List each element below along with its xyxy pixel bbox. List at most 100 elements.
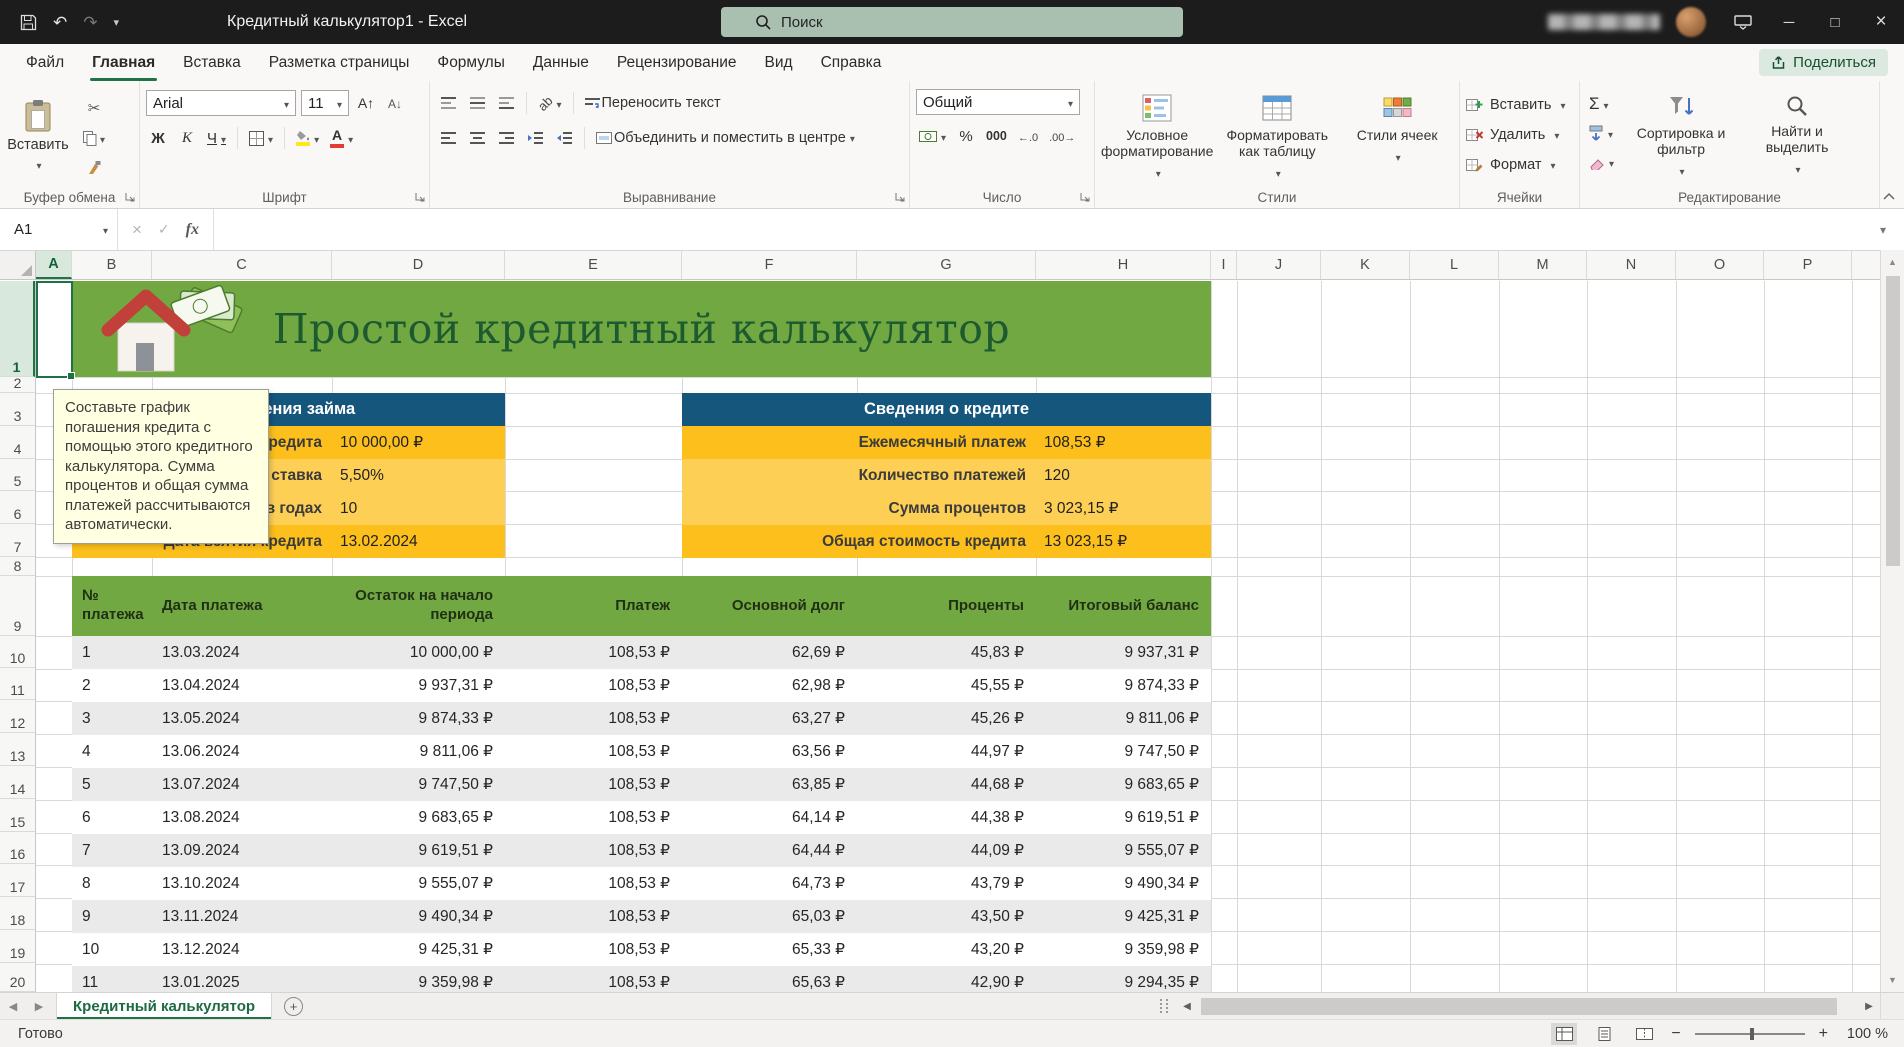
row-header[interactable]: 8 [0, 557, 35, 576]
format-painter-button[interactable] [78, 155, 110, 181]
row-header[interactable]: 12 [0, 700, 35, 733]
horizontal-scroll-track[interactable] [1198, 993, 1858, 1019]
increase-decimal-button[interactable] [1015, 123, 1041, 149]
conditional-formatting-button[interactable]: Условное форматирование [1101, 89, 1213, 186]
row-header[interactable]: 19 [0, 930, 35, 963]
row-header[interactable]: 5 [0, 459, 35, 491]
column-header-a[interactable]: A [36, 251, 72, 279]
accounting-format-button[interactable] [916, 123, 949, 149]
row-header[interactable]: 20 [0, 963, 35, 992]
insert-function-button[interactable]: fx [186, 221, 199, 239]
font-size-select[interactable]: 11 [301, 90, 349, 116]
dialog-launcher-icon[interactable] [1080, 192, 1090, 202]
column-header[interactable]: M [1499, 251, 1587, 279]
row-header[interactable]: 9 [0, 576, 35, 636]
decrease-indent-button[interactable] [523, 125, 547, 151]
avatar[interactable] [1676, 7, 1706, 37]
zoom-slider[interactable] [1695, 1033, 1805, 1035]
underline-button[interactable]: Ч [204, 125, 229, 151]
close-button[interactable]: × [1858, 0, 1904, 44]
column-header[interactable]: H [1036, 251, 1211, 279]
orientation-button[interactable] [535, 90, 565, 116]
paste-button[interactable]: Вставить [6, 89, 70, 183]
table-row[interactable]: Общая стоимость кредита 13 023,15 ₽ [682, 525, 1211, 558]
format-as-table-button[interactable]: Форматировать как таблицу [1221, 89, 1333, 186]
next-sheet-icon[interactable] [26, 1000, 52, 1013]
formula-input[interactable] [214, 209, 1862, 250]
row-header[interactable]: 7 [0, 524, 35, 557]
save-icon[interactable] [20, 14, 37, 31]
tab-data[interactable]: Данные [519, 44, 603, 81]
page-layout-view-button[interactable] [1591, 1023, 1617, 1045]
tab-review[interactable]: Рецензирование [603, 44, 751, 81]
delete-cells-button[interactable]: Удалить [1466, 121, 1566, 149]
align-top-button[interactable] [436, 90, 460, 116]
align-left-button[interactable] [436, 125, 460, 151]
name-box[interactable]: A1 [0, 209, 118, 250]
confirm-entry-icon[interactable] [158, 221, 170, 239]
align-bottom-button[interactable] [494, 90, 518, 116]
tab-view[interactable]: Вид [751, 44, 807, 81]
dialog-launcher-icon[interactable] [125, 192, 135, 202]
expand-formula-bar-icon[interactable]: ▾ [1862, 209, 1904, 250]
clear-button[interactable] [1586, 149, 1617, 175]
add-sheet-button[interactable]: + [284, 997, 303, 1016]
row-header[interactable]: 3 [0, 393, 35, 426]
page-break-view-button[interactable] [1631, 1023, 1657, 1045]
tab-insert[interactable]: Вставка [169, 44, 255, 81]
table-row[interactable]: Количество платежей 120 [682, 459, 1211, 492]
column-header[interactable]: O [1676, 251, 1764, 279]
previous-sheet-icon[interactable] [0, 1000, 26, 1013]
row-header[interactable]: 13 [0, 733, 35, 766]
redo-icon[interactable]: ↷ [83, 14, 97, 31]
splitter-handle[interactable] [1160, 999, 1168, 1013]
select-all-corner[interactable] [0, 251, 36, 279]
column-header[interactable]: D [332, 251, 505, 279]
table-row[interactable]: 3 13.05.2024 9 874,33 ₽ 108,53 ₽ 63,27 ₽… [72, 702, 1211, 735]
zoom-slider-thumb[interactable] [1750, 1028, 1754, 1040]
scroll-left-icon[interactable] [1176, 1001, 1198, 1012]
scroll-down-icon[interactable] [1881, 970, 1904, 990]
sheet-tab-active[interactable]: Кредитный калькулятор [56, 993, 272, 1019]
table-row[interactable]: 10 13.12.2024 9 425,31 ₽ 108,53 ₽ 65,33 … [72, 933, 1211, 966]
table-row[interactable]: 4 13.06.2024 9 811,06 ₽ 108,53 ₽ 63,56 ₽… [72, 735, 1211, 768]
number-format-select[interactable]: Общий [916, 89, 1080, 115]
table-row[interactable]: 8 13.10.2024 9 555,07 ₽ 108,53 ₽ 64,73 ₽… [72, 867, 1211, 900]
table-row[interactable]: 6 13.08.2024 9 683,65 ₽ 108,53 ₽ 64,14 ₽… [72, 801, 1211, 834]
comma-style-button[interactable]: 000 [983, 123, 1010, 149]
row-header-1[interactable]: 1 [0, 281, 35, 377]
column-header[interactable]: L [1410, 251, 1499, 279]
italic-button[interactable]: К [175, 125, 199, 151]
borders-button[interactable] [246, 125, 276, 151]
ribbon-display-options-button[interactable] [1720, 0, 1766, 44]
bold-button[interactable]: Ж [146, 125, 170, 151]
table-row[interactable]: 11 13.01.2025 9 359,98 ₽ 108,53 ₽ 65,63 … [72, 966, 1211, 992]
zoom-level[interactable]: 100 % [1842, 1026, 1888, 1042]
wrap-text-button[interactable]: Переносить текст [582, 90, 724, 116]
dialog-launcher-icon[interactable] [415, 192, 425, 202]
minimize-button[interactable]: ─ [1766, 0, 1812, 44]
collapse-ribbon-icon[interactable] [1882, 192, 1896, 200]
column-header[interactable]: P [1764, 251, 1852, 279]
cell-styles-button[interactable]: Стили ячеек [1341, 89, 1453, 186]
column-header[interactable]: F [682, 251, 857, 279]
zoom-out-button[interactable]: − [1671, 1025, 1680, 1043]
tab-page-layout[interactable]: Разметка страницы [255, 44, 424, 81]
row-header[interactable]: 10 [0, 636, 35, 669]
fill-color-button[interactable] [293, 125, 322, 151]
table-row[interactable]: 5 13.07.2024 9 747,50 ₽ 108,53 ₽ 63,85 ₽… [72, 768, 1211, 801]
table-row[interactable]: 1 13.03.2024 10 000,00 ₽ 108,53 ₽ 62,69 … [72, 636, 1211, 669]
tab-help[interactable]: Справка [807, 44, 896, 81]
maximize-button[interactable]: □ [1812, 0, 1858, 44]
column-header[interactable]: K [1321, 251, 1410, 279]
table-row[interactable]: 7 13.09.2024 9 619,51 ₽ 108,53 ₽ 64,44 ₽… [72, 834, 1211, 867]
font-family-select[interactable]: Arial [146, 90, 296, 116]
insert-cells-button[interactable]: Вставить [1466, 91, 1566, 119]
format-cells-button[interactable]: Формат [1466, 151, 1566, 179]
customize-toolbar-icon[interactable]: ▾ [114, 16, 120, 29]
font-color-button[interactable] [327, 125, 356, 151]
scroll-right-icon[interactable] [1858, 1001, 1880, 1012]
column-header[interactable]: G [857, 251, 1036, 279]
align-middle-button[interactable] [465, 90, 489, 116]
worksheet-grid[interactable]: Простой кредитный калькулятор Сведения з… [36, 281, 1880, 992]
